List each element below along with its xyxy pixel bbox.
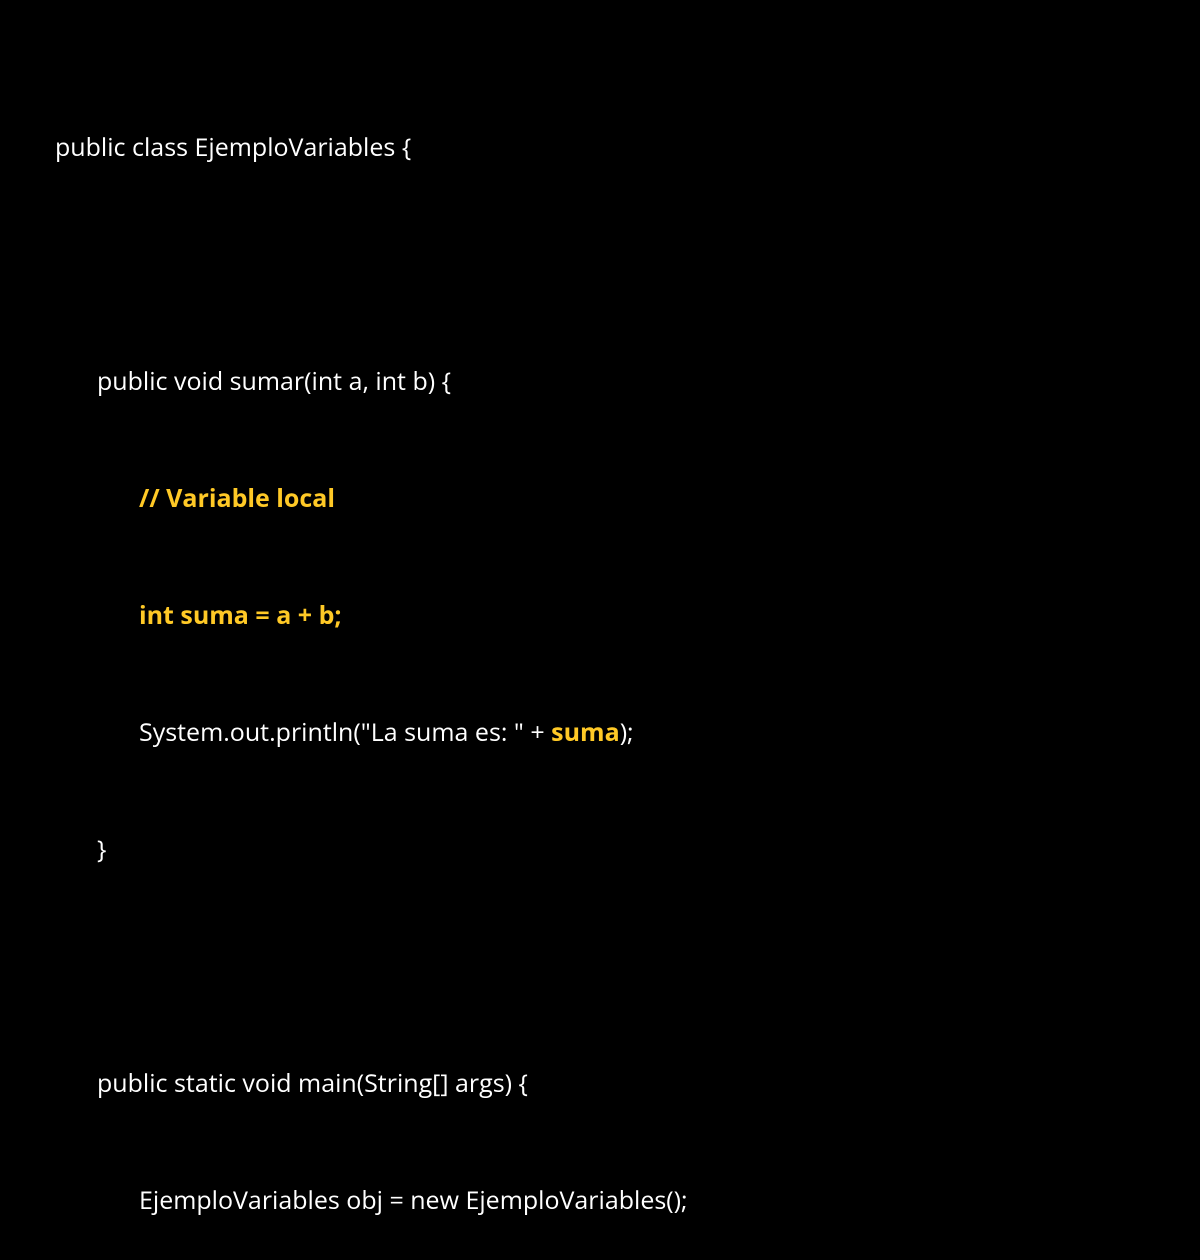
code-line-5b: suma bbox=[551, 715, 620, 749]
code-line-7: public static void main(String[] args) { bbox=[55, 1064, 1145, 1103]
code-line-2: public void sumar(int a, int b) { bbox=[55, 362, 1145, 401]
code-block: public class EjemploVariables { public v… bbox=[55, 50, 1145, 1260]
code-line-8: EjemploVariables obj = new EjemploVariab… bbox=[55, 1181, 1145, 1220]
code-line-5a: System.out.println("La suma es: " + bbox=[139, 715, 551, 749]
code-line-4: int suma = a + b; bbox=[55, 596, 1145, 635]
code-line-1: public class EjemploVariables { bbox=[55, 128, 1145, 167]
code-line-5c: ); bbox=[620, 715, 634, 749]
blank-line bbox=[55, 245, 1145, 284]
code-line-3: // Variable local bbox=[55, 479, 1145, 518]
code-line-5: System.out.println("La suma es: " + suma… bbox=[55, 713, 1145, 752]
blank-line bbox=[55, 947, 1145, 986]
code-line-6: } bbox=[55, 830, 1145, 869]
